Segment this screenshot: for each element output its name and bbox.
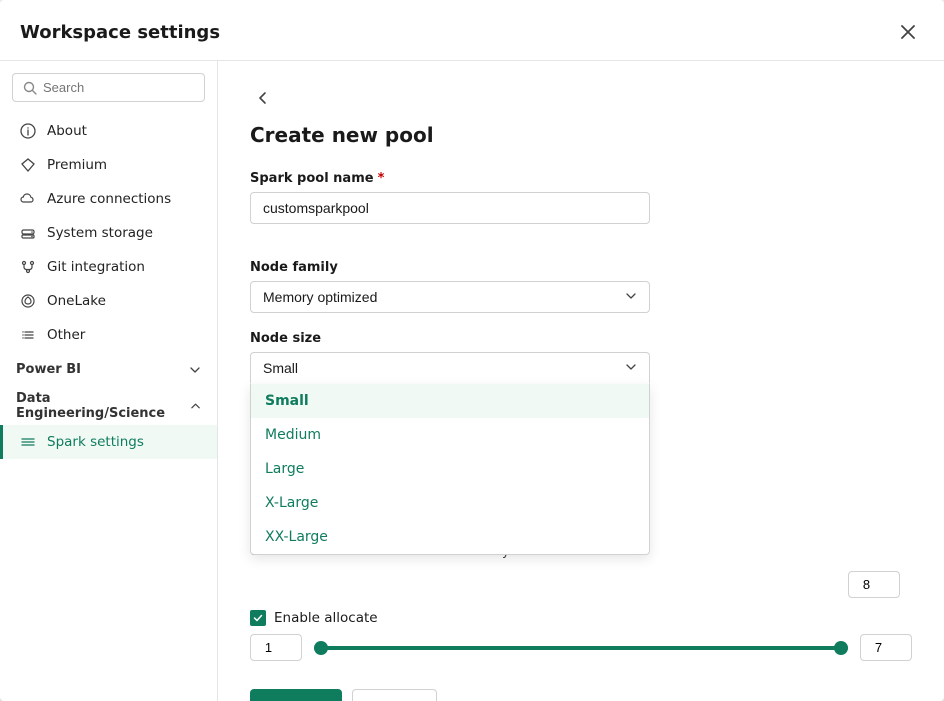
section-header-powerbi[interactable]: Power BI bbox=[0, 352, 217, 381]
checkmark-icon bbox=[253, 613, 263, 623]
sidebar-item-label-about: About bbox=[47, 123, 87, 139]
close-button[interactable] bbox=[892, 16, 924, 48]
max-nodes-input[interactable] bbox=[848, 571, 900, 598]
node-size-chevron-icon bbox=[625, 361, 637, 376]
node-size-value: Small bbox=[263, 360, 298, 376]
section-label-powerbi: Power BI bbox=[16, 362, 81, 377]
pool-name-group: Spark pool name * bbox=[250, 171, 912, 242]
enable-allocate-row: Enable allocate bbox=[250, 610, 912, 626]
back-arrow-icon bbox=[254, 89, 272, 107]
slider-thumb-right[interactable] bbox=[834, 641, 848, 655]
node-size-group: Node size Small Small Medium Large bbox=[250, 331, 912, 384]
spark-settings-icon bbox=[19, 433, 37, 451]
main-content: Create new pool Spark pool name * Node f… bbox=[218, 61, 944, 701]
sidebar-item-onelake[interactable]: OneLake bbox=[0, 284, 217, 318]
close-icon bbox=[901, 25, 915, 39]
sidebar-item-label-premium: Premium bbox=[47, 157, 107, 173]
node-family-chevron-icon bbox=[625, 290, 637, 305]
sidebar-item-other[interactable]: Other bbox=[0, 318, 217, 352]
search-input[interactable] bbox=[43, 80, 194, 95]
sidebar-item-label-git: Git integration bbox=[47, 259, 145, 275]
sidebar-item-label-azure: Azure connections bbox=[47, 191, 171, 207]
required-indicator: * bbox=[378, 171, 385, 186]
slider-thumb-left[interactable] bbox=[314, 641, 328, 655]
sidebar-item-label-onelake: OneLake bbox=[47, 293, 106, 309]
cancel-button[interactable]: Cancel bbox=[352, 689, 438, 701]
node-size-option-xlarge[interactable]: X-Large bbox=[251, 486, 649, 520]
sidebar-item-git[interactable]: Git integration bbox=[0, 250, 217, 284]
storage-icon bbox=[19, 224, 37, 242]
dialog-body: About Premium Azure connections bbox=[0, 61, 944, 701]
cloud-icon bbox=[19, 190, 37, 208]
sidebar-item-label-storage: System storage bbox=[47, 225, 153, 241]
slider-max-input[interactable] bbox=[860, 634, 912, 661]
enable-allocate-checkbox[interactable] bbox=[250, 610, 266, 626]
diamond-icon bbox=[19, 156, 37, 174]
sidebar-item-spark-settings[interactable]: Spark settings bbox=[0, 425, 217, 459]
node-family-label: Node family bbox=[250, 260, 912, 275]
list-icon bbox=[19, 326, 37, 344]
dialog-header: Workspace settings bbox=[0, 0, 944, 61]
slider-track[interactable] bbox=[314, 646, 848, 650]
node-size-option-xxlarge[interactable]: XX-Large bbox=[251, 520, 649, 554]
node-size-dropdown-wrapper: Small Small Medium Large X-Large XX-Larg… bbox=[250, 352, 650, 384]
info-icon bbox=[19, 122, 37, 140]
sidebar-item-label-other: Other bbox=[47, 327, 85, 343]
node-family-dropdown[interactable]: Memory optimized bbox=[250, 281, 650, 313]
sidebar-item-azure-connections[interactable]: Azure connections bbox=[0, 182, 217, 216]
search-icon bbox=[23, 81, 37, 95]
node-size-option-medium[interactable]: Medium bbox=[251, 418, 649, 452]
sidebar-item-system-storage[interactable]: System storage bbox=[0, 216, 217, 250]
node-size-option-small[interactable]: Small bbox=[251, 384, 649, 418]
back-button[interactable] bbox=[250, 85, 276, 111]
sidebar: About Premium Azure connections bbox=[0, 61, 218, 701]
git-icon bbox=[19, 258, 37, 276]
slider-row bbox=[250, 634, 912, 661]
chevron-up-icon bbox=[190, 400, 201, 412]
workspace-settings-dialog: Workspace settings bbox=[0, 0, 944, 701]
page-title: Create new pool bbox=[250, 123, 912, 147]
node-size-label: Node size bbox=[250, 331, 912, 346]
form-actions: Create Cancel bbox=[250, 689, 912, 701]
max-nodes-input-area bbox=[250, 571, 912, 598]
sidebar-item-premium[interactable]: Premium bbox=[0, 148, 217, 182]
enable-allocate-label: Enable allocate bbox=[274, 610, 378, 626]
search-box[interactable] bbox=[12, 73, 205, 102]
pool-name-input[interactable] bbox=[250, 192, 650, 224]
chevron-down-icon bbox=[189, 364, 201, 376]
section-label-data-engineering: Data Engineering/Science bbox=[16, 391, 190, 421]
section-header-data-engineering[interactable]: Data Engineering/Science bbox=[0, 381, 217, 425]
node-size-dropdown-menu: Small Medium Large X-Large XX-Large bbox=[250, 384, 650, 555]
create-button[interactable]: Create bbox=[250, 689, 342, 701]
slider-min-input[interactable] bbox=[250, 634, 302, 661]
sidebar-item-label-spark: Spark settings bbox=[47, 434, 144, 450]
sidebar-item-about[interactable]: About bbox=[0, 114, 217, 148]
node-size-option-large[interactable]: Large bbox=[251, 452, 649, 486]
node-family-dropdown-wrapper: Memory optimized bbox=[250, 281, 650, 313]
node-size-dropdown[interactable]: Small bbox=[250, 352, 650, 384]
node-family-value: Memory optimized bbox=[263, 289, 377, 305]
node-family-group: Node family Memory optimized bbox=[250, 260, 912, 313]
dialog-title: Workspace settings bbox=[20, 22, 220, 43]
onelake-icon bbox=[19, 292, 37, 310]
pool-name-label: Spark pool name * bbox=[250, 171, 912, 186]
